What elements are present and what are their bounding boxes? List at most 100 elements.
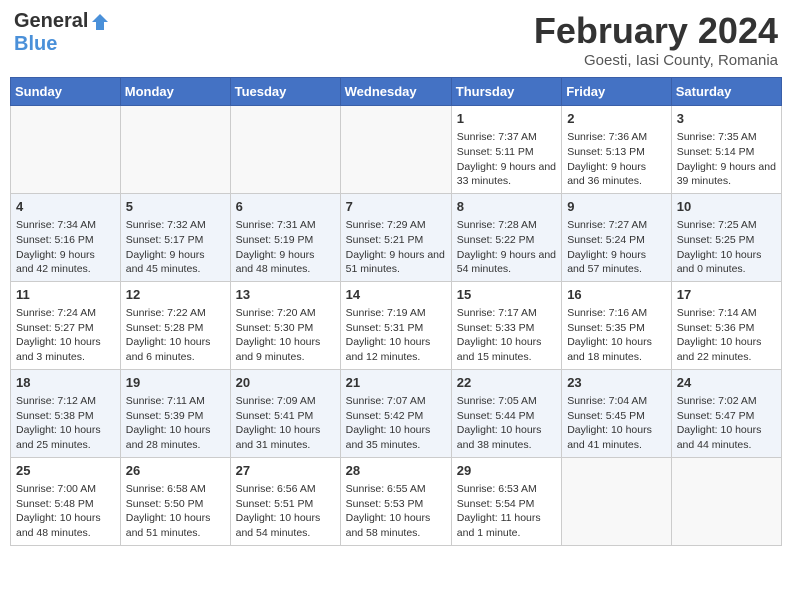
calendar-week-row: 1 Sunrise: 7:37 AM Sunset: 5:11 PM Daylig…: [11, 106, 782, 194]
calendar-day-cell: 5Sunrise: 7:32 AM Sunset: 5:17 PM Daylig…: [120, 193, 230, 281]
logo: General Blue: [14, 10, 110, 56]
day-info: Sunrise: 7:34 AM Sunset: 5:16 PM Dayligh…: [16, 218, 115, 277]
day-info: Sunrise: 7:25 AM Sunset: 5:25 PM Dayligh…: [677, 218, 776, 277]
logo-icon: [90, 12, 110, 32]
month-title: February 2024: [534, 10, 778, 52]
day-number: 17: [677, 286, 776, 304]
calendar-header-row: SundayMondayTuesdayWednesdayThursdayFrid…: [11, 78, 782, 106]
calendar-day-cell: 20 Sunrise: 7:09 AM Sunset: 5:41 PM Dayli…: [230, 369, 340, 457]
calendar-day-cell: 16 Sunrise: 7:16 AM Sunset: 5:35 PM Dayli…: [562, 281, 672, 369]
day-number: 6: [236, 198, 335, 216]
day-number: 24: [677, 374, 776, 392]
calendar-day-cell: [340, 106, 451, 194]
day-info: Sunrise: 7:29 AM Sunset: 5:21 PM Dayligh…: [346, 218, 446, 277]
calendar-day-cell: 17 Sunrise: 7:14 AM Sunset: 5:36 PM Dayli…: [671, 281, 781, 369]
day-of-week-header: Wednesday: [340, 78, 451, 106]
day-number: 19: [126, 374, 225, 392]
day-number: 2: [567, 110, 666, 128]
calendar-day-cell: 28 Sunrise: 6:55 AM Sunset: 5:53 PM Dayli…: [340, 457, 451, 545]
calendar-day-cell: [120, 106, 230, 194]
calendar-day-cell: 26Sunrise: 6:58 AM Sunset: 5:50 PM Dayli…: [120, 457, 230, 545]
calendar-day-cell: 18Sunrise: 7:12 AM Sunset: 5:38 PM Dayli…: [11, 369, 121, 457]
day-number: 26: [126, 462, 225, 480]
calendar-day-cell: 10 Sunrise: 7:25 AM Sunset: 5:25 PM Dayli…: [671, 193, 781, 281]
day-info: Sunrise: 7:00 AM Sunset: 5:48 PM Dayligh…: [16, 482, 115, 541]
day-number: 15: [457, 286, 556, 304]
calendar-week-row: 4 Sunrise: 7:34 AM Sunset: 5:16 PM Daylig…: [11, 193, 782, 281]
day-number: 29: [457, 462, 556, 480]
day-number: 16: [567, 286, 666, 304]
logo-general: General: [14, 10, 88, 33]
day-of-week-header: Saturday: [671, 78, 781, 106]
day-info: Sunrise: 7:31 AM Sunset: 5:19 PM Dayligh…: [236, 218, 335, 277]
logo-blue: Blue: [14, 33, 57, 56]
calendar-day-cell: 15 Sunrise: 7:17 AM Sunset: 5:33 PM Dayli…: [451, 281, 561, 369]
day-number: 27: [236, 462, 335, 480]
day-number: 25: [16, 462, 115, 480]
day-info: Sunrise: 7:07 AM Sunset: 5:42 PM Dayligh…: [346, 394, 446, 453]
day-number: 28: [346, 462, 446, 480]
day-of-week-header: Friday: [562, 78, 672, 106]
calendar-week-row: 18Sunrise: 7:12 AM Sunset: 5:38 PM Dayli…: [11, 369, 782, 457]
day-of-week-header: Sunday: [11, 78, 121, 106]
day-info: Sunrise: 7:24 AM Sunset: 5:27 PM Dayligh…: [16, 306, 115, 365]
calendar-week-row: 25 Sunrise: 7:00 AM Sunset: 5:48 PM Dayli…: [11, 457, 782, 545]
day-info: Sunrise: 7:17 AM Sunset: 5:33 PM Dayligh…: [457, 306, 556, 365]
calendar-day-cell: 12 Sunrise: 7:22 AM Sunset: 5:28 PM Dayli…: [120, 281, 230, 369]
calendar-day-cell: 21 Sunrise: 7:07 AM Sunset: 5:42 PM Dayli…: [340, 369, 451, 457]
day-number: 4: [16, 198, 115, 216]
day-of-week-header: Thursday: [451, 78, 561, 106]
calendar-day-cell: 29 Sunrise: 6:53 AM Sunset: 5:54 PM Dayli…: [451, 457, 561, 545]
day-info: Sunrise: 7:11 AM Sunset: 5:39 PM Dayligh…: [126, 394, 225, 453]
day-number: 8: [457, 198, 556, 216]
day-info: Sunrise: 6:56 AM Sunset: 5:51 PM Dayligh…: [236, 482, 335, 541]
calendar-day-cell: [671, 457, 781, 545]
calendar: SundayMondayTuesdayWednesdayThursdayFrid…: [10, 77, 782, 546]
day-info: Sunrise: 6:53 AM Sunset: 5:54 PM Dayligh…: [457, 482, 556, 541]
calendar-day-cell: 3 Sunrise: 7:35 AM Sunset: 5:14 PM Daylig…: [671, 106, 781, 194]
calendar-day-cell: 19 Sunrise: 7:11 AM Sunset: 5:39 PM Dayli…: [120, 369, 230, 457]
day-info: Sunrise: 6:55 AM Sunset: 5:53 PM Dayligh…: [346, 482, 446, 541]
day-number: 21: [346, 374, 446, 392]
day-number: 11: [16, 286, 115, 304]
day-info: Sunrise: 7:20 AM Sunset: 5:30 PM Dayligh…: [236, 306, 335, 365]
day-number: 10: [677, 198, 776, 216]
day-info: Sunrise: 7:02 AM Sunset: 5:47 PM Dayligh…: [677, 394, 776, 453]
day-info: Sunrise: 7:22 AM Sunset: 5:28 PM Dayligh…: [126, 306, 225, 365]
day-info: Sunrise: 7:35 AM Sunset: 5:14 PM Dayligh…: [677, 130, 776, 189]
calendar-day-cell: 11 Sunrise: 7:24 AM Sunset: 5:27 PM Dayli…: [11, 281, 121, 369]
calendar-day-cell: 1 Sunrise: 7:37 AM Sunset: 5:11 PM Daylig…: [451, 106, 561, 194]
calendar-day-cell: 23 Sunrise: 7:04 AM Sunset: 5:45 PM Dayli…: [562, 369, 672, 457]
day-number: 7: [346, 198, 446, 216]
calendar-week-row: 11 Sunrise: 7:24 AM Sunset: 5:27 PM Dayli…: [11, 281, 782, 369]
day-info: Sunrise: 7:04 AM Sunset: 5:45 PM Dayligh…: [567, 394, 666, 453]
calendar-day-cell: 14Sunrise: 7:19 AM Sunset: 5:31 PM Dayli…: [340, 281, 451, 369]
calendar-day-cell: 8Sunrise: 7:28 AM Sunset: 5:22 PM Daylig…: [451, 193, 561, 281]
day-info: Sunrise: 7:27 AM Sunset: 5:24 PM Dayligh…: [567, 218, 666, 277]
day-info: Sunrise: 7:05 AM Sunset: 5:44 PM Dayligh…: [457, 394, 556, 453]
day-info: Sunrise: 7:19 AM Sunset: 5:31 PM Dayligh…: [346, 306, 446, 365]
calendar-day-cell: 25 Sunrise: 7:00 AM Sunset: 5:48 PM Dayli…: [11, 457, 121, 545]
day-number: 1: [457, 110, 556, 128]
calendar-day-cell: [562, 457, 672, 545]
day-info: Sunrise: 7:14 AM Sunset: 5:36 PM Dayligh…: [677, 306, 776, 365]
calendar-day-cell: 27 Sunrise: 6:56 AM Sunset: 5:51 PM Dayli…: [230, 457, 340, 545]
day-number: 12: [126, 286, 225, 304]
calendar-day-cell: 6 Sunrise: 7:31 AM Sunset: 5:19 PM Daylig…: [230, 193, 340, 281]
day-number: 22: [457, 374, 556, 392]
day-number: 3: [677, 110, 776, 128]
day-info: Sunrise: 7:32 AM Sunset: 5:17 PM Dayligh…: [126, 218, 225, 277]
calendar-day-cell: 9Sunrise: 7:27 AM Sunset: 5:24 PM Daylig…: [562, 193, 672, 281]
day-info: Sunrise: 7:36 AM Sunset: 5:13 PM Dayligh…: [567, 130, 666, 189]
day-of-week-header: Monday: [120, 78, 230, 106]
day-info: Sunrise: 7:09 AM Sunset: 5:41 PM Dayligh…: [236, 394, 335, 453]
day-number: 20: [236, 374, 335, 392]
title-section: February 2024 Goesti, Iasi County, Roman…: [534, 10, 778, 69]
day-info: Sunrise: 7:16 AM Sunset: 5:35 PM Dayligh…: [567, 306, 666, 365]
calendar-day-cell: [230, 106, 340, 194]
day-number: 23: [567, 374, 666, 392]
location: Goesti, Iasi County, Romania: [534, 52, 778, 69]
calendar-day-cell: 13Sunrise: 7:20 AM Sunset: 5:30 PM Dayli…: [230, 281, 340, 369]
day-info: Sunrise: 7:37 AM Sunset: 5:11 PM Dayligh…: [457, 130, 556, 189]
calendar-day-cell: 24 Sunrise: 7:02 AM Sunset: 5:47 PM Dayli…: [671, 369, 781, 457]
